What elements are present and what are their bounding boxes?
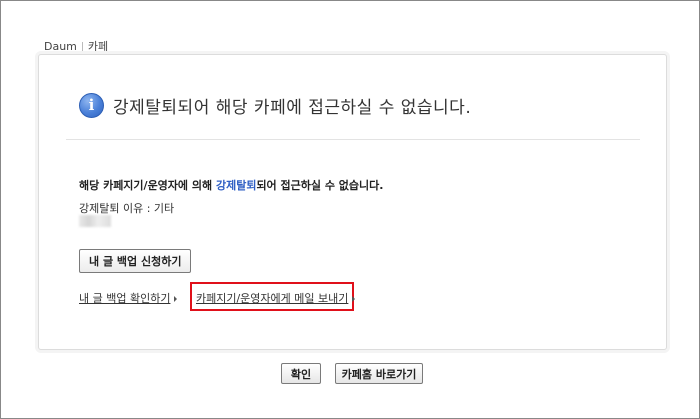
cafe-home-button[interactable]: 카페홈 바로가기 <box>335 363 423 384</box>
divider <box>66 139 640 140</box>
backup-check-link[interactable]: 내 글 백업 확인하기 <box>79 290 178 306</box>
arrow-right-icon <box>174 296 178 302</box>
notice-highlight: 강제탈퇴 <box>215 179 257 192</box>
backup-request-button[interactable]: 내 글 백업 신청하기 <box>79 249 192 273</box>
message-panel: i 강제탈퇴되어 해당 카페에 접근하실 수 없습니다. 해당 카페지기/운영자… <box>38 54 667 350</box>
ban-notice: 해당 카페지기/운영자에 의해 강제탈퇴되어 접근하실 수 없습니다. <box>79 177 383 193</box>
arrow-right-icon <box>352 296 356 302</box>
breadcrumb-brand[interactable]: Daum <box>44 40 77 53</box>
redacted-text <box>79 215 111 227</box>
breadcrumb: Daum 카페 <box>44 38 108 54</box>
page-frame: Daum 카페 i 강제탈퇴되어 해당 카페에 접근하실 수 없습니다. 해당 … <box>0 0 700 419</box>
breadcrumb-section[interactable]: 카페 <box>88 38 108 54</box>
ok-button[interactable]: 확인 <box>281 363 321 384</box>
notice-prefix: 해당 카페지기/운영자에 의해 <box>79 179 216 192</box>
mail-manager-label: 카페지기/운영자에게 메일 보내기 <box>196 292 349 305</box>
page-title: 강제탈퇴되어 해당 카페에 접근하실 수 없습니다. <box>113 98 472 118</box>
page-heading: i 강제탈퇴되어 해당 카페에 접근하실 수 없습니다. <box>79 93 471 118</box>
ban-reason: 강제탈퇴 이유 : 기타 <box>79 202 175 215</box>
backup-check-label: 내 글 백업 확인하기 <box>79 292 171 305</box>
notice-suffix: 되어 접근하실 수 없습니다. <box>256 179 384 192</box>
mail-manager-link[interactable]: 카페지기/운영자에게 메일 보내기 <box>196 290 356 306</box>
breadcrumb-separator <box>81 41 83 51</box>
info-icon: i <box>79 93 104 118</box>
